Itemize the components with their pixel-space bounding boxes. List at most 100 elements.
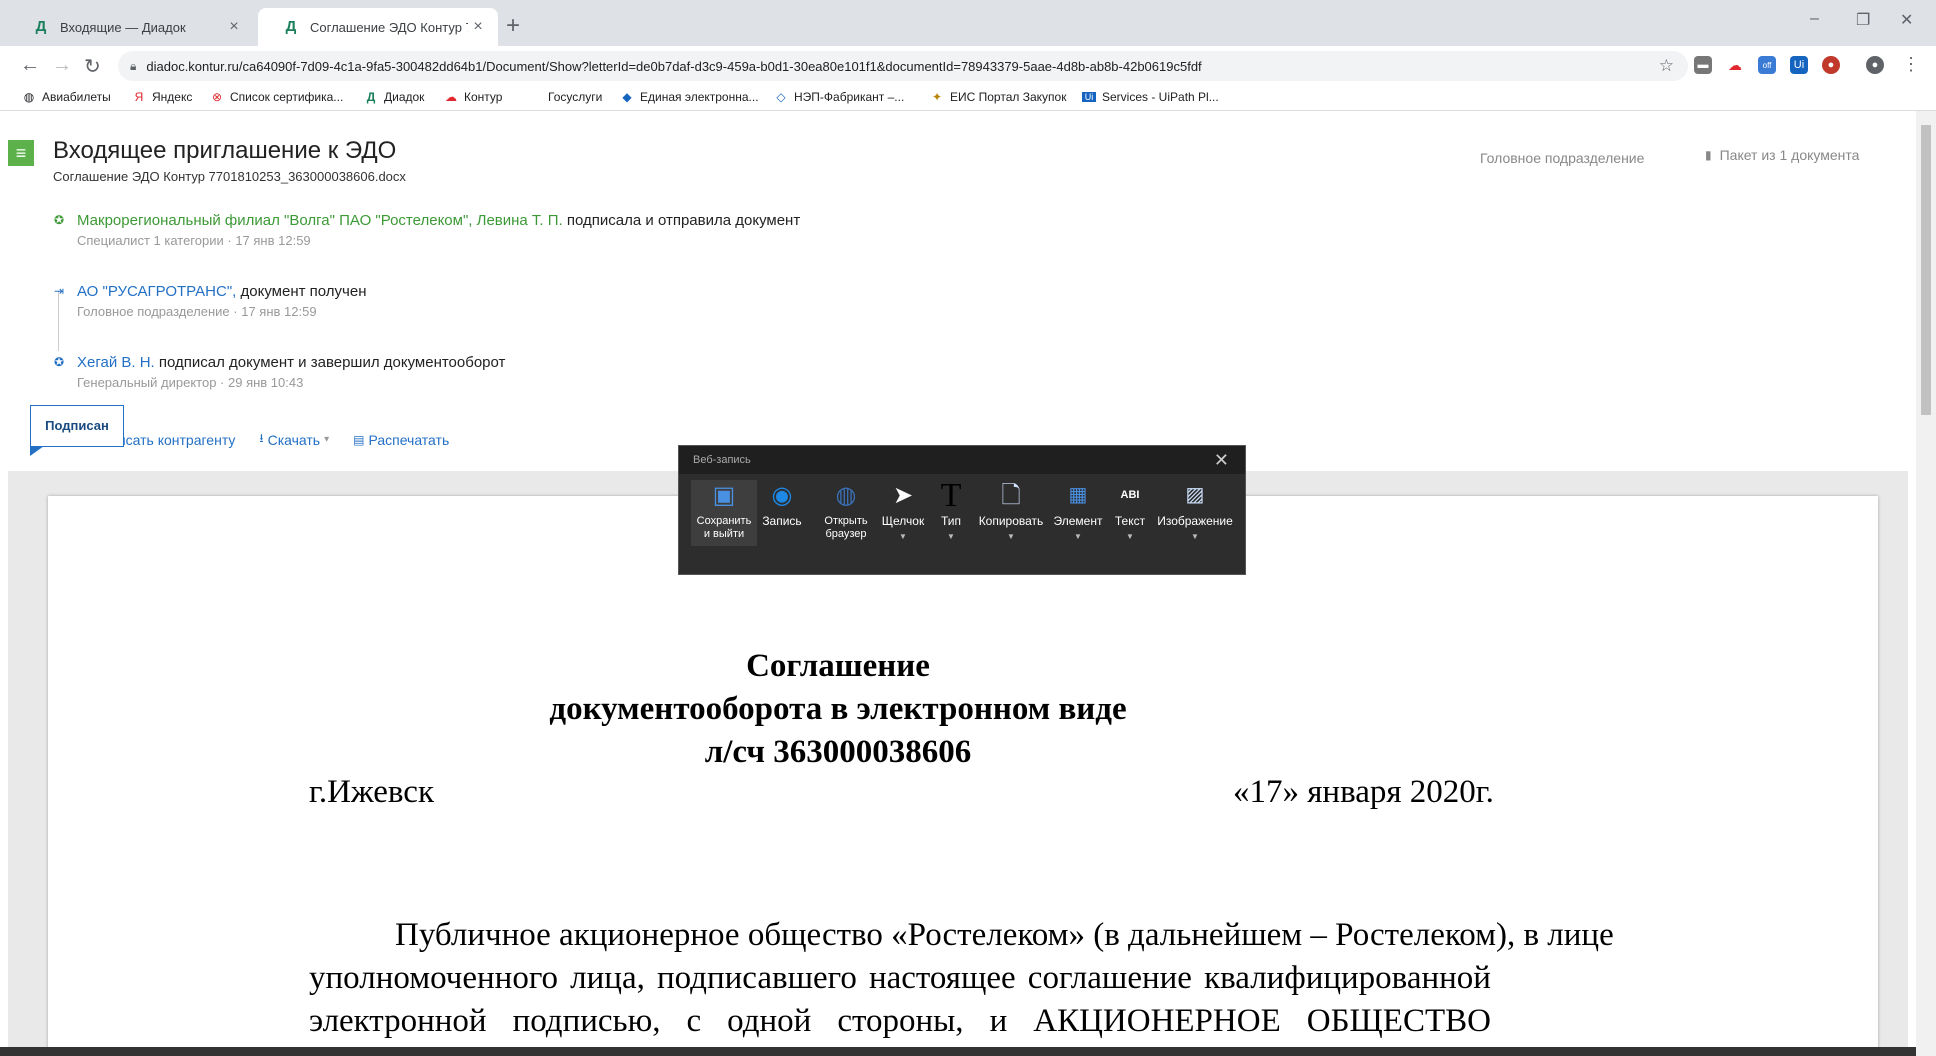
document-filename[interactable]: Соглашение ЭДО Контур 7701810253_3630000… — [53, 169, 406, 184]
department-label[interactable]: Головное подразделение — [1480, 150, 1644, 166]
type-icon: T — [940, 476, 962, 514]
print-label: Распечатать — [368, 431, 450, 448]
save-and-exit-button[interactable]: ▣ Сохранить и выйти — [691, 480, 757, 546]
doc-word: подписью, — [512, 1003, 661, 1039]
forward-arrow-icon[interactable]: → — [52, 54, 72, 77]
page-scrollbar[interactable] — [1916, 111, 1936, 1056]
document-actions: ▭Написать контрагенту ⭳Скачать▾ ▤Распеча… — [77, 429, 473, 450]
bookmark-item[interactable]: Д Диадок — [364, 90, 425, 104]
bookmark-label: ЕИС Портал Закупок — [950, 90, 1067, 104]
page-content: ≡ Входящее приглашение к ЭДО Соглашение … — [0, 111, 1916, 1056]
signature-icon: ✪ — [53, 213, 65, 227]
package-info[interactable]: ▮ Пакет из 1 документа — [1705, 147, 1859, 163]
button-label: Копировать — [978, 514, 1044, 528]
extension-avatar-icon[interactable]: ● — [1822, 56, 1840, 74]
element-button[interactable]: ▦ Элемент ▼ — [1051, 480, 1105, 543]
doc-word: подписавшего — [656, 960, 857, 996]
event-actor-link[interactable]: Макрорегиональный филиал "Волга" ПАО "Ро… — [77, 212, 563, 229]
diadoc-icon: Д — [366, 90, 376, 104]
tab-title: Входящие — Диадок — [60, 19, 186, 35]
button-label: Открыть браузер — [824, 515, 868, 540]
extension-hat-icon[interactable]: ▬ — [1694, 56, 1712, 74]
new-tab-plus-icon[interactable]: + — [506, 14, 520, 38]
bookmark-label: Авиабилеты — [42, 90, 111, 104]
bookmark-label: Контур — [464, 90, 503, 104]
cursor-icon: ➤ — [892, 481, 914, 509]
bookmark-item[interactable]: ✦ ЕИС Портал Закупок — [930, 90, 1066, 104]
emblem-icon: ✦ — [931, 90, 943, 104]
more-menu-icon[interactable]: ⋮ — [1902, 54, 1920, 75]
record-button[interactable]: ◉ Запись — [759, 480, 805, 528]
lock-icon: 🔒︎ — [130, 58, 137, 73]
image-button[interactable]: ▨ Изображение ▼ — [1155, 480, 1235, 543]
caret-down-icon: ▼ — [1074, 532, 1082, 541]
timeline-line — [58, 291, 59, 351]
tab-agreement[interactable]: Д Соглашение ЭДО Контур 77018 × — [258, 8, 498, 46]
download-label: Скачать — [267, 431, 321, 448]
image-icon: ▨ — [1185, 483, 1205, 506]
button-label: Сохранить и выйти — [696, 515, 752, 540]
doc-city: г.Ижевск — [309, 774, 434, 810]
event-actor-link[interactable]: Хегай В. Н. — [77, 354, 155, 371]
uipath-icon[interactable]: Ui — [1790, 56, 1808, 74]
back-arrow-icon[interactable]: ← — [20, 54, 40, 77]
certificate-icon: ⊗ — [211, 90, 223, 104]
window-close-icon[interactable]: ✕ — [1900, 10, 1913, 30]
profile-icon[interactable]: ● — [1866, 56, 1884, 74]
bookmark-item[interactable]: Я Яндекс — [132, 90, 193, 104]
bookmark-item[interactable]: ◆ Единая электронна... — [620, 90, 758, 104]
dialog-title: Веб-запись — [693, 454, 751, 466]
event-time: 29 янв 10:43 — [228, 375, 304, 390]
type-button[interactable]: T Тип ▼ — [933, 476, 969, 543]
close-icon[interactable]: × — [224, 18, 244, 36]
kontur-cloud-icon[interactable]: ☁ — [1726, 56, 1744, 74]
bookmark-item[interactable]: ◇ НЭП-Фабрикант –... — [774, 90, 904, 104]
diadoc-icon: Д — [35, 18, 47, 35]
minimize-icon[interactable]: – — [1810, 10, 1819, 28]
close-icon[interactable]: ✕ — [1214, 450, 1229, 471]
close-icon[interactable]: × — [468, 18, 488, 36]
click-button[interactable]: ➤ Щелчок ▼ — [879, 480, 927, 543]
doc-heading: л/сч 363000038606 — [704, 734, 972, 770]
address-bar[interactable]: 🔒︎ diadoc.kontur.ru/ca64090f-7d09-4c1a-9… — [118, 51, 1688, 81]
button-label: Щелчок — [881, 514, 925, 528]
button-label: Изображение — [1157, 514, 1233, 528]
doc-word: квалифицированной — [1204, 960, 1491, 996]
doc-word: АКЦИОНЕРНОЕ — [1033, 1003, 1281, 1039]
reload-icon[interactable]: ↻ — [84, 54, 101, 79]
browser-tabstrip: Д Входящие — Диадок × Д Соглашение ЭДО К… — [0, 0, 1936, 46]
event-role: Специалист 1 категории — [77, 233, 224, 248]
open-browser-button[interactable]: ◍ Открыть браузер — [819, 480, 873, 541]
event-role: Генеральный директор — [77, 375, 217, 390]
event-time: 17 янв 12:59 — [235, 233, 311, 248]
caret-down-icon: ▼ — [1191, 532, 1199, 541]
restore-icon[interactable]: ❐ — [1856, 10, 1870, 30]
recording-toolbar: ▣ Сохранить и выйти ◉ Запись ◍ Открыть б… — [679, 474, 1245, 574]
copy-button[interactable]: 🗋︎ Копировать ▼ — [975, 480, 1047, 543]
event-role: Головное подразделение — [77, 304, 230, 319]
event-actor-link[interactable]: АО "РУСАГРОТРАНС", — [77, 283, 236, 300]
download-button[interactable]: ⭳ Скачать ▾ — [259, 429, 329, 450]
printer-icon: ▤ — [353, 432, 365, 447]
globe-icon: ◍ — [23, 90, 35, 104]
button-label: Элемент — [1053, 514, 1103, 528]
bookmark-item[interactable]: ⊗ Список сертифика... — [210, 90, 343, 104]
bookmark-item[interactable]: ☁ Контур — [444, 90, 502, 104]
text-button[interactable]: ABI Текст ▼ — [1109, 480, 1151, 543]
web-recording-dialog: Веб-запись ✕ ▣ Сохранить и выйти ◉ Запис… — [678, 445, 1246, 575]
bookmarks-bar: ◍ Авиабилеты Я Яндекс ⊗ Список сертифика...… — [0, 86, 1936, 111]
extension-off-icon[interactable]: off — [1758, 56, 1776, 74]
bookmark-label: Госуслуги — [548, 90, 603, 104]
scrollbar-thumb[interactable] — [1921, 125, 1931, 415]
tab-inbox[interactable]: Д Входящие — Диадок × — [8, 8, 254, 46]
print-button[interactable]: ▤ Распечатать — [353, 429, 449, 450]
bookmark-item[interactable]: ◍ Авиабилеты — [22, 90, 111, 104]
bookmark-item[interactable]: Госуслуги — [528, 90, 602, 104]
bookmark-item[interactable]: Ui Services - UiPath Pl... — [1082, 90, 1219, 104]
menu-icon[interactable]: ≡ — [8, 140, 34, 166]
package-label: Пакет из 1 документа — [1719, 147, 1860, 163]
bookmark-star-icon[interactable]: ☆ — [1659, 56, 1674, 76]
url-text: diadoc.kontur.ru/ca64090f-7d09-4c1a-9fa5… — [146, 58, 1202, 74]
doc-date: «17» января 2020г. — [1233, 774, 1494, 810]
doc-word: стороны, — [837, 1003, 964, 1039]
